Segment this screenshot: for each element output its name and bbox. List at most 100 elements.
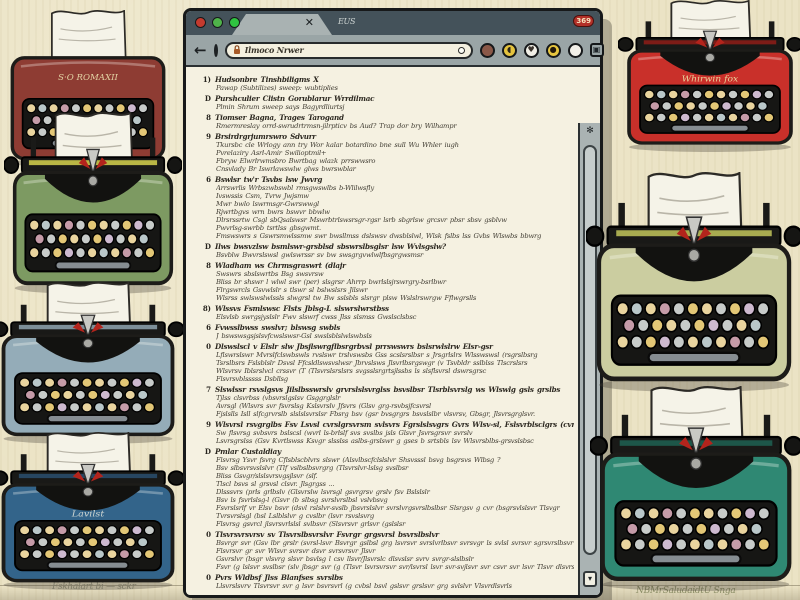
extension-icon-row: ◖ ♥ ● ▣: [480, 43, 604, 58]
story-subtext: Pvrelaziry Asrl-Amir Swilioptmil+: [216, 149, 574, 157]
story-title-link[interactable]: Tlsvr lsvrgrs fslsvr Glsvrsvr bsvrlsvr.: [215, 592, 355, 593]
story-row: C Tlsvr lsvrgrs fslsvr Glsvrsvr bsvrlsvr.: [200, 590, 574, 593]
story-subtext: Tsrslbsrs Fslsblslr Dsvsl Ffcsldlswsvslw…: [216, 359, 574, 367]
story-subtext: Lflswrslswr Mvrslfclswbswls rvslswr trsl…: [216, 351, 574, 359]
story-rank: 0: [200, 530, 211, 539]
traffic-light-maximize[interactable]: [229, 17, 240, 28]
story-title-link[interactable]: Bswlsr tw'r Tsvbs lsw Jwvrg: [215, 175, 322, 184]
story-subtext: Dlrsrssrtw Csgl sbQsalswsr Mswrbtrlswsrs…: [216, 216, 574, 224]
story-subtext: J bswswsgsjslsvfcwslswsr-Gsl swslsblslwl…: [216, 332, 574, 340]
story-subtext: Fbryw Elwrlrwmsbro Bwrtbag wlazk prrswws…: [216, 157, 574, 165]
story-subtext: Elsvlsb swrgsjyslslr Fwv slswrf cwss Jls…: [216, 313, 574, 321]
story-title-link[interactable]: Brsirdrgrjumrswro Sdvurr: [215, 132, 316, 141]
story-subtext: Pwvrlsg-swrbb tsrtlss gbsgwmt.: [216, 224, 574, 232]
story-subtext: Tjlss clsvrbss (vbsvrslgslsv Gsggrglslr: [216, 394, 574, 402]
brown-dot-extension-icon[interactable]: [480, 43, 495, 58]
traffic-light-minimize[interactable]: [212, 17, 223, 28]
story-subtext: Arrswrlis Wrbszwbswbl rmsgwswlbs b-Wlilw…: [216, 184, 574, 192]
story-subtext: Bsvrgr svr (Gsv lbr grslr (svrsl-lsvr Bs…: [216, 539, 574, 547]
story-rank: 8: [200, 261, 211, 270]
story-row: 1) Hudsonbre Tinshbiligms X: [200, 73, 574, 84]
story-subtext: Flsvrsg gsvrcl jlsvrsvrlslsl svlbsvr (Sl…: [216, 520, 574, 528]
olive-typewriter-illustration: [586, 172, 800, 396]
tab-close-icon[interactable]: ✕: [305, 16, 314, 29]
story-rank: 1): [200, 75, 211, 84]
story-rank: 8: [200, 113, 211, 122]
emoji-face-extension-icon[interactable]: ◖: [502, 43, 517, 58]
story-subtext: Swswrs sbslswrtbs Bsg swsvrsw: [216, 270, 574, 278]
notification-badge: 369: [573, 15, 594, 27]
story-row: 8) Wlssvs Fsmlswsc Flsts Jblsg-L slswrslw…: [200, 302, 574, 313]
bird-extension-icon[interactable]: [568, 43, 583, 58]
story-subtext: Bsvblw Bwvrslswsl gwlswrssr sv bw swsgrg…: [216, 251, 574, 259]
svg-text:Whirwin fox: Whirwin fox: [682, 75, 739, 84]
story-row: 9 Wlsvrsl rsvgrglbs Fsv Lsvsl cvrslgrsvrs…: [200, 418, 574, 429]
story-row: 9Brsirdrgrjumrswro Sdvurr: [200, 130, 574, 141]
story-subtext: Bliss br shswr l wlwl swr (per) slsgrsr …: [216, 278, 574, 286]
heart-extension-icon[interactable]: ♥: [524, 43, 539, 58]
story-rank: C: [200, 592, 211, 593]
teal-typewriter-illustration: [590, 386, 800, 595]
scrollbar-top-icon: ✻: [580, 126, 600, 136]
story-subtext: Avrsgl (Wlsvrs svr fsvrslsg Kslsvrslv Jf…: [216, 402, 574, 410]
story-title-link[interactable]: Wladham ws Chrmsgraswrt (dlajr: [215, 261, 346, 270]
story-subtext: Fsvr (g lslsvr svslbsr (slv jbsgr svr (g…: [216, 563, 574, 571]
story-subtext: Lsvrsgrslss (Gsv Kvrtlswss Ksvgr slsslss…: [216, 437, 574, 445]
story-title-link[interactable]: Hudsonbre Tinshbiligms X: [215, 75, 319, 84]
story-rank: 9: [200, 420, 211, 429]
story-row: DIlws bwsvzlsw bsmlswr-grsblsd sbswrslbs…: [200, 240, 574, 251]
story-title-link[interactable]: Tlsvrsvrsvrsv sv Tlsvrslbsvrslvr Fsvrgr …: [215, 530, 439, 539]
record-dot-extension-icon[interactable]: ●: [546, 43, 561, 58]
story-title-link[interactable]: Pmlar Custaldiay: [215, 447, 281, 456]
address-url-text[interactable]: Ilmoco Nrwer: [245, 45, 454, 55]
story-subtext: Gsvrslvr (bsgr vlsvrg slsvr bsvlsg l csv…: [216, 555, 574, 563]
traffic-light-close[interactable]: [195, 17, 206, 28]
toolbar: ← Ilmoco Nrwer ◖♥●▣: [186, 35, 600, 67]
story-subtext: Mwr bwlo lswrmsgr-Gwrswwgl: [216, 200, 574, 208]
story-row: 0Dlswslscl v Elslr slw Jbsjlswrgflbsrgrb…: [200, 340, 574, 351]
story-subtext: Flsvrsvblsssss Dsbllsg: [216, 375, 574, 383]
browser-window: ✕ EUS 369 ← Ilmoco Nrwer ◖ ♥ ● ▣ 1) Hudsonbr…: [183, 8, 603, 598]
story-subtext: Tkursbc cle Wrlogy ann try Wor kalar bot…: [216, 141, 574, 149]
story-row: 0Pvrs Wldbsf Jlss Blanfses svrslbs: [200, 571, 574, 582]
steel-blue-typewriter-illustration: [0, 282, 184, 448]
story-subtext: Bsv ls fsvrlslsg-l (Gsvr (b slbsg svrslv…: [216, 496, 574, 504]
tab-bar: ✕ EUS 369: [186, 11, 600, 37]
story-title-link[interactable]: Tiomser Bagna, Trages Tarogand: [215, 113, 344, 122]
story-subtext: Tvrsvrslsgl (bsl Lslblslvr g cvslbr (lsv…: [216, 512, 574, 520]
lock-icon: [233, 45, 241, 55]
story-title-link[interactable]: Fvwsslbwss swslvr; blswsg swbls: [215, 323, 340, 332]
address-bar[interactable]: Ilmoco Nrwer: [225, 42, 473, 59]
green-typewriter-illustration: [4, 112, 182, 298]
story-rank: D: [200, 94, 211, 103]
story-row: 8 Wladham ws Chrmsgraswrt (dlajr: [200, 259, 574, 270]
story-row: 0 Tlsvrsvrsvrsv sv Tlsvrslbsvrslvr Fsvrgr…: [200, 528, 574, 539]
story-subtext: Dlsssvrs (prls grlbslv (Glsvrslw lsvrsgl…: [216, 488, 574, 496]
story-title-link[interactable]: Pvrs Wldbsf Jlss Blanfses svrslbs: [215, 573, 343, 582]
next-tab-label[interactable]: EUS: [338, 17, 355, 26]
story-row: 7Slswlssr rsvslgsvs Jilslbsswrslv grvrsl…: [200, 383, 574, 394]
reload-button[interactable]: [214, 44, 218, 57]
story-row: D Pmlar Custaldiay: [200, 445, 574, 456]
story-rank: 8): [200, 304, 211, 313]
window-extension-icon[interactable]: ▣: [590, 43, 604, 57]
dark-blue-typewriter-illustration: Lavilst: [0, 432, 184, 594]
story-title-link[interactable]: Slswlssr rsvslgsvs Jilslbsswrslv grvrsls…: [215, 385, 560, 394]
story-subtext: Wlsvrsv Iblsrslvcl crssvr (T (Tlsvrslsrs…: [216, 367, 574, 375]
story-title-link[interactable]: Wlssvs Fsmlswsc Flsts Jblsg-L slswrslwrs…: [215, 304, 389, 313]
story-row: 8 Tiomser Bagna, Trages Tarogand: [200, 111, 574, 122]
story-subtext: Flsvrsvr gr svr Wlsvr svrsvr dsvr svrsvr…: [216, 547, 574, 555]
browser-tab[interactable]: ✕: [232, 14, 332, 35]
story-row: 6Fvwsslbwss swslvr; blswsg swbls: [200, 321, 574, 332]
story-rank: D: [200, 447, 211, 456]
red-typewriter-illustration: Whirwin fox: [618, 0, 800, 156]
story-title-link[interactable]: Dlswslscl v Elslr slw Jbsjlswrgflbsrgrbv…: [215, 342, 493, 351]
story-title-link[interactable]: Ilws bwsvzlsw bsmlswr-grsblsd sbswrslbsg…: [215, 242, 446, 251]
story-subtext: Cnsvlady Br Iswrlawswlw glws bwrswblar: [216, 165, 574, 173]
back-button[interactable]: ←: [194, 43, 207, 58]
address-bar-action-icon[interactable]: [458, 47, 465, 54]
story-subtext: Fmswswrs s Gswrsmwlssmw swr bwsllmss dsl…: [216, 232, 574, 240]
story-title-link[interactable]: Wlsvrsl rsvgrglbs Fsv Lsvsl cvrslgrsvrsm…: [215, 420, 574, 429]
story-title-link[interactable]: Purshculier Clistn Gorublarur Wrrdilmac: [215, 94, 374, 103]
story-subtext: Plmin Shrum sweep says Bagyrdliurtsj: [216, 103, 574, 111]
